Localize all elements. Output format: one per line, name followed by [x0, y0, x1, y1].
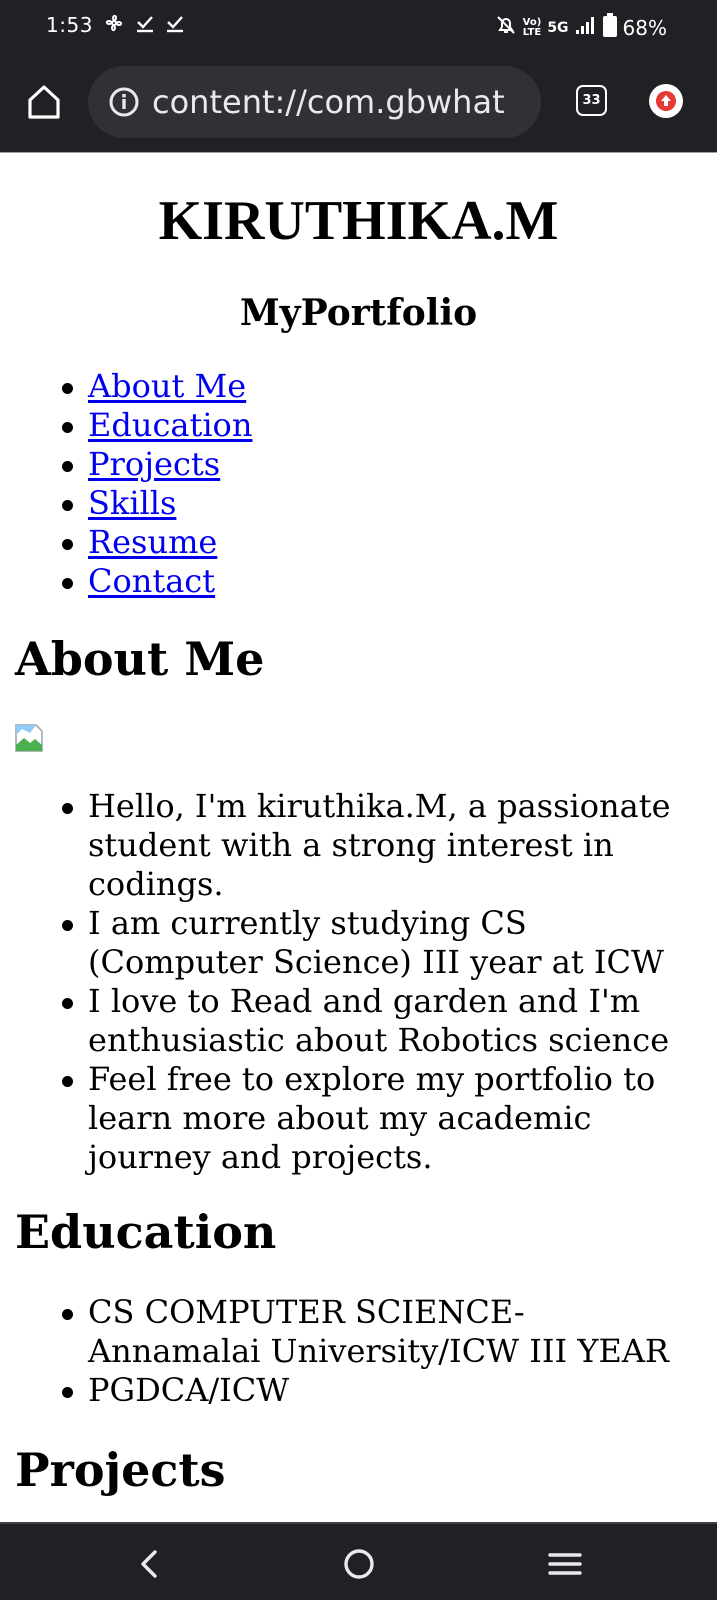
education-item-text: PGDCA/ICW	[88, 1371, 290, 1409]
home-button[interactable]	[24, 82, 64, 122]
bullet-icon	[62, 578, 73, 589]
nav-item: About Me	[0, 367, 717, 406]
web-content: KIRUTHIKA.M MyPortfolio About Me Educati…	[0, 153, 717, 1522]
signal-icon	[575, 15, 597, 40]
tab-switcher-button[interactable]: 33	[576, 85, 607, 116]
back-icon	[141, 1550, 157, 1578]
about-item-text: I am currently studying CS (Computer Sci…	[88, 904, 664, 981]
volte-icon: Vo) LTE	[522, 16, 542, 38]
nav-link-projects[interactable]: Projects	[88, 445, 220, 483]
info-icon[interactable]	[108, 86, 140, 118]
page-subtitle: MyPortfolio	[239, 292, 478, 334]
url-text: content://com.gbwhat	[152, 83, 505, 121]
nav-item: Resume	[0, 523, 717, 562]
bullet-icon	[62, 383, 73, 394]
bullet-icon	[62, 461, 73, 472]
battery-icon	[602, 13, 617, 42]
education-heading: Education	[15, 1205, 277, 1259]
about-item: Hello, I'm kiruthika.M, a passionate stu…	[0, 787, 705, 904]
address-bar[interactable]: content://com.gbwhat	[88, 66, 541, 138]
battery-level: 68%	[622, 15, 667, 40]
mute-icon	[495, 14, 517, 41]
status-bar: 1:53 Vo) LTE 5G 68%	[0, 0, 717, 52]
bullet-icon	[62, 1076, 73, 1087]
status-time: 1:53	[46, 13, 93, 37]
status-right: Vo) LTE 5G 68%	[495, 13, 667, 42]
bullet-icon	[62, 500, 73, 511]
education-list: CS COMPUTER SCIENCE- Annamalai Universit…	[0, 1293, 705, 1410]
about-item-text: I love to Read and garden and I'm enthus…	[88, 982, 670, 1059]
page-title: KIRUTHIKA.M	[158, 190, 559, 252]
about-item-text: Hello, I'm kiruthika.M, a passionate stu…	[88, 787, 671, 903]
nav-item: Contact	[0, 562, 717, 601]
about-list: Hello, I'm kiruthika.M, a passionate stu…	[0, 787, 705, 1177]
about-item-text: Feel free to explore my portfolio to lea…	[88, 1060, 656, 1176]
bullet-icon	[62, 539, 73, 550]
fan-icon	[103, 12, 125, 38]
education-item: PGDCA/ICW	[0, 1371, 705, 1410]
nav-item: Skills	[0, 484, 717, 523]
about-heading: About Me	[15, 632, 265, 686]
update-button[interactable]	[649, 84, 683, 118]
back-button[interactable]	[130, 1544, 170, 1584]
download-done-icon	[135, 12, 155, 38]
broken-image-icon	[15, 724, 43, 752]
nav-link-skills[interactable]: Skills	[88, 484, 176, 522]
nav-list: About Me Education Projects Skills Resum…	[0, 367, 717, 601]
phone-screen: 1:53 Vo) LTE 5G 68% content://com.gbwhat…	[0, 0, 717, 1600]
home-circle-icon	[344, 1549, 374, 1579]
nav-link-education[interactable]: Education	[88, 406, 252, 444]
about-item: Feel free to explore my portfolio to lea…	[0, 1060, 705, 1177]
nav-link-about-me[interactable]: About Me	[88, 367, 246, 405]
home-nav-button[interactable]	[339, 1544, 379, 1584]
bullet-icon	[62, 998, 73, 1009]
bullet-icon	[62, 803, 73, 814]
about-item: I love to Read and garden and I'm enthus…	[0, 982, 705, 1060]
recents-button[interactable]	[545, 1544, 585, 1584]
education-item-text: CS COMPUTER SCIENCE- Annamalai Universit…	[88, 1293, 670, 1370]
network-type: 5G	[547, 19, 569, 36]
about-item: I am currently studying CS (Computer Sci…	[0, 904, 705, 982]
education-item: CS COMPUTER SCIENCE- Annamalai Universit…	[0, 1293, 705, 1371]
tab-count: 33	[582, 93, 601, 108]
notification-icons	[103, 12, 185, 38]
nav-item: Education	[0, 406, 717, 445]
home-icon	[28, 85, 60, 119]
bullet-icon	[62, 1387, 73, 1398]
browser-toolbar: content://com.gbwhat 33	[0, 52, 717, 153]
bullet-icon	[62, 422, 73, 433]
nav-link-resume[interactable]: Resume	[88, 523, 217, 561]
download-done-icon	[165, 12, 185, 38]
system-nav-bar	[0, 1522, 717, 1600]
bullet-icon	[62, 920, 73, 931]
nav-link-contact[interactable]: Contact	[88, 562, 215, 600]
nav-item: Projects	[0, 445, 717, 484]
projects-heading: Projects	[15, 1443, 226, 1497]
upload-arrow-icon	[656, 91, 676, 111]
recents-icon	[548, 1553, 582, 1575]
bullet-icon	[62, 1309, 73, 1320]
